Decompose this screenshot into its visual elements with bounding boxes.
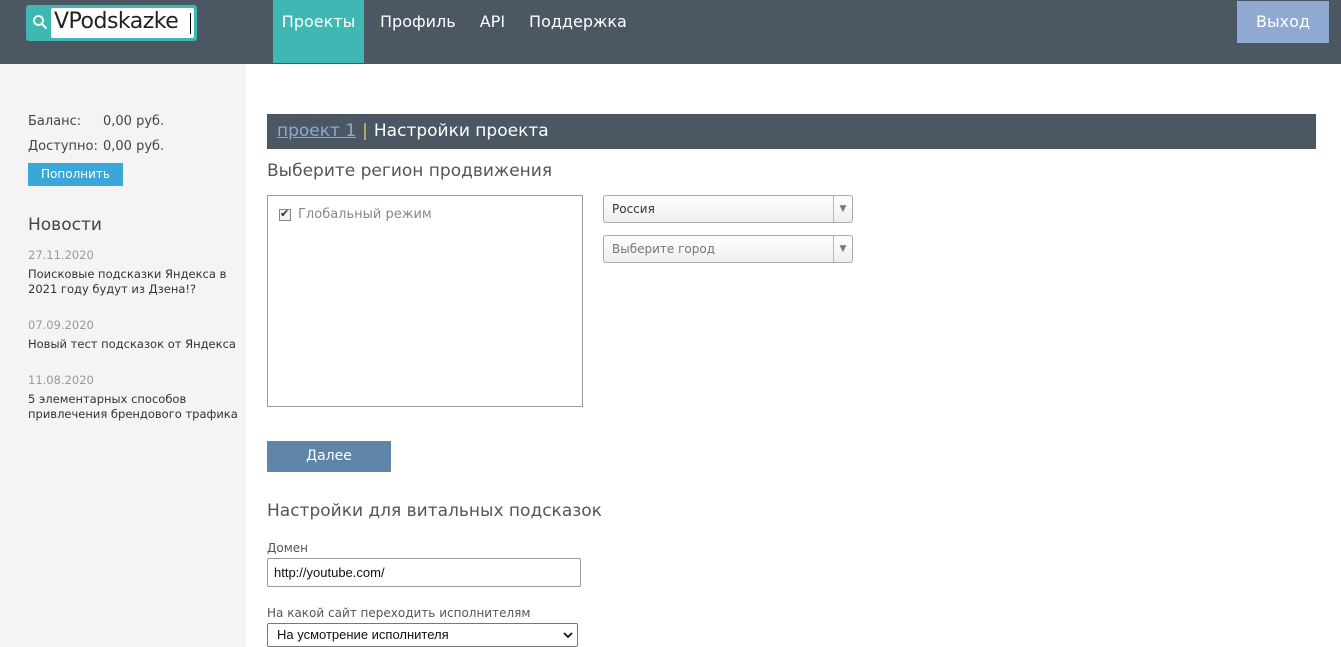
top-header: VPodskazke Проекты Профиль API Поддержка… <box>0 0 1341 64</box>
logout-button[interactable]: Выход <box>1237 1 1329 43</box>
chevron-down-icon <box>563 632 573 639</box>
page-title: Настройки проекта <box>373 121 549 141</box>
chevron-down-icon: ▼ <box>833 196 852 222</box>
nav-api[interactable]: API <box>468 0 517 63</box>
site-target-label: На какой сайт переходить исполнителям <box>267 606 531 620</box>
site-target-select-value: На усмотрение исполнителя <box>277 627 449 642</box>
topup-button[interactable]: Пополнить <box>28 163 123 186</box>
region-list-box: Глобальный режим <box>267 195 583 407</box>
logo-caret <box>190 13 191 34</box>
search-icon <box>33 15 47 29</box>
available-label: Доступно: <box>28 139 98 154</box>
balance-label: Баланс: <box>28 114 82 129</box>
nav-support[interactable]: Поддержка <box>517 0 639 63</box>
next-button[interactable]: Далее <box>267 441 391 472</box>
available-value: 0,00 руб. <box>103 139 165 154</box>
sidebar: Баланс: 0,00 руб. Доступно: 0,00 руб. Попо… <box>0 64 246 647</box>
breadcrumb-project-link[interactable]: проект 1 <box>277 121 356 141</box>
breadcrumb-separator: | <box>362 121 368 141</box>
chevron-down-icon: ▼ <box>833 236 852 262</box>
news-heading: Новости <box>28 215 102 235</box>
domain-input[interactable] <box>267 558 581 587</box>
news-date: 27.11.2020 <box>28 248 94 262</box>
main-nav: Проекты Профиль API Поддержка <box>273 0 639 63</box>
logo-text: VPodskazke <box>54 9 179 34</box>
available-row: Доступно: 0,00 руб. <box>28 139 164 154</box>
balance-row: Баланс: 0,00 руб. <box>28 114 164 129</box>
site-target-select[interactable]: На усмотрение исполнителя <box>267 623 578 647</box>
nav-profile[interactable]: Профиль <box>368 0 468 63</box>
country-select[interactable]: Россия ▼ <box>603 195 853 223</box>
balance-value: 0,00 руб. <box>103 114 165 129</box>
news-date: 11.08.2020 <box>28 373 94 387</box>
region-section-title: Выберите регион продвижения <box>267 161 553 181</box>
city-select[interactable]: Выберите город ▼ <box>603 235 853 263</box>
vital-section-title: Настройки для витальных подсказок <box>267 501 602 521</box>
news-link[interactable]: Новый тест подсказок от Яндекса <box>28 337 238 352</box>
country-select-value: Россия <box>612 202 655 216</box>
news-date: 07.09.2020 <box>28 318 94 332</box>
site-logo[interactable]: VPodskazke <box>26 5 197 41</box>
logo-text-box: VPodskazke <box>51 8 194 38</box>
global-mode-checkbox[interactable] <box>279 207 291 221</box>
page-title-bar: проект 1 | Настройки проекта <box>267 114 1316 149</box>
nav-projects[interactable]: Проекты <box>273 0 364 63</box>
domain-label: Домен <box>267 541 308 555</box>
news-link[interactable]: 5 элементарных способов привлечения брен… <box>28 392 238 422</box>
city-select-placeholder: Выберите город <box>612 242 715 256</box>
global-mode-label: Глобальный режим <box>298 207 432 222</box>
news-link[interactable]: Поисковые подсказки Яндекса в 2021 году … <box>28 267 238 297</box>
